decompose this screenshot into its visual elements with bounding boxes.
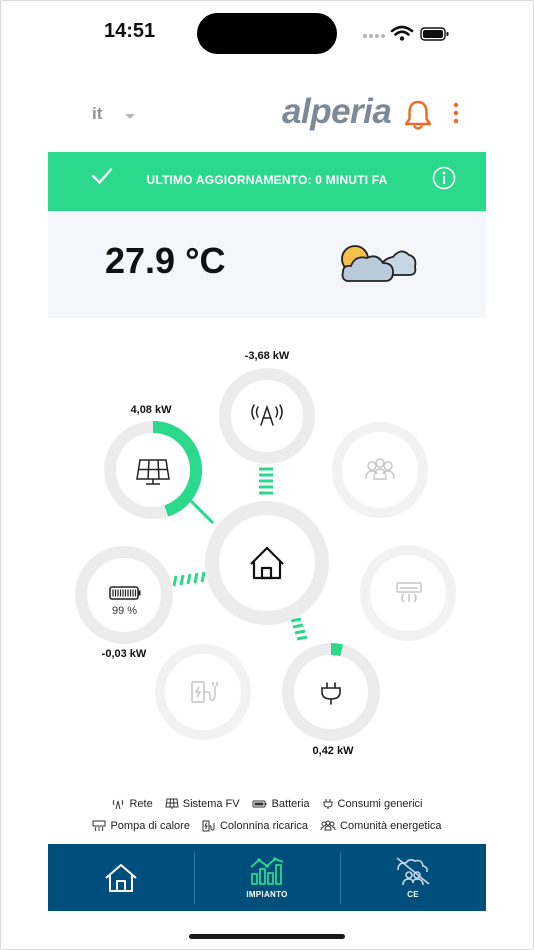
battery-status-icon [420,27,449,41]
weather-panel: 27.9 °C [48,211,486,318]
grid-power-value: -3,68 kW [244,350,290,362]
house-ring [205,501,329,625]
plug-icon [323,799,333,809]
battery-power-value: -0,03 kW [101,648,147,660]
partly-cloudy-icon [341,245,417,282]
temperature-value: 27.9 °C [105,240,226,281]
chevron-down-icon[interactable] [125,114,135,119]
language-selector[interactable]: it [92,104,102,124]
legend-item-pompa: Pompa di calore [92,820,190,832]
charging-station-icon [191,681,218,703]
status-time: 14:51 [104,20,156,42]
battery-icon [252,800,267,808]
battery-icon [109,586,141,600]
info-icon[interactable] [432,166,456,190]
flow-connector-solar [188,498,215,525]
nav-home[interactable] [48,844,194,911]
bottom-navigation: IMPIANTO CE [48,844,486,911]
signal-icon [363,34,385,38]
solar-panel-icon [136,459,170,485]
flow-connector-battery [172,571,206,587]
home-indicator[interactable] [189,934,345,939]
legend-label: Colonnina ricarica [219,820,309,832]
community-icon [365,458,395,480]
heat-pump-ring [360,545,456,641]
house-icon [250,546,284,580]
grid-tower-icon [113,799,124,810]
alperia-logo: alperia [282,92,392,131]
consumption-power-value: 0,42 kW [312,745,354,757]
energy-flow-svg [75,368,456,741]
update-banner: ULTIMO AGGIORNAMENTO: 0 MINUTI FA [48,152,486,211]
plug-icon [321,682,341,705]
legend-label: Comunità energetica [340,820,442,832]
battery-percentage: 99 % [112,605,138,617]
heat-pump-icon [396,582,422,603]
flow-connector-grid [259,467,273,495]
legend-item-comunita: Comunità energetica [320,820,442,832]
nav-divider [194,852,195,904]
legend-row-2: Pompa di calore Colonnina ricarica Comun… [48,820,486,832]
battery-ring [75,546,173,644]
system-chart-icon [250,857,284,885]
legend-label: Rete [129,798,153,810]
wifi-icon [390,25,414,36]
consumption-fill-arc [330,643,344,657]
nav-impianto-label: IMPIANTO [246,890,288,899]
update-status-text: ULTIMO AGGIORNAMENTO: 0 MINUTI FA [146,173,388,187]
community-icon [320,820,336,831]
heat-pump-icon [92,820,106,832]
legend-item-batteria: Batteria [252,798,310,810]
legend-item-colonnina: Colonnina ricarica [202,820,308,832]
legend-item-rete: Rete [111,798,153,810]
nav-impianto[interactable]: IMPIANTO [194,844,340,911]
legend-row-1: Rete Sistema FV Batteria Consumi generic… [48,798,486,810]
nav-ce-label: CE [407,890,419,899]
legend-label: Pompa di calore [110,820,190,832]
community-ring [332,422,428,518]
grid-tower-icon [251,404,283,426]
flow-connector-consumption [290,617,308,641]
grid-ring [219,368,315,464]
legend-label: Consumi generici [337,798,423,810]
legend-label: Batteria [271,798,310,810]
charging-station-ring [155,644,251,740]
legend-item-consumi: Consumi generici [322,798,423,810]
legend-label: Sistema FV [182,798,240,810]
charging-station-icon [202,820,215,832]
nav-ce[interactable]: CE [340,844,486,911]
consumption-ring [282,643,380,741]
bell-icon[interactable] [403,99,433,131]
legend-item-sistema-fv: Sistema FV [165,798,240,810]
nav-divider [340,852,341,904]
energy-community-icon [396,857,430,886]
home-icon [105,863,137,892]
dynamic-island [197,13,337,54]
energy-flow-graph: -3,68 kW 4,08 kW 99 % -0,03 kW 0,42 kW [48,330,486,770]
kebab-menu-icon[interactable] [448,102,464,124]
status-icons [363,25,449,41]
solar-panel-icon [165,798,179,809]
solar-power-value: 4,08 kW [130,404,172,416]
